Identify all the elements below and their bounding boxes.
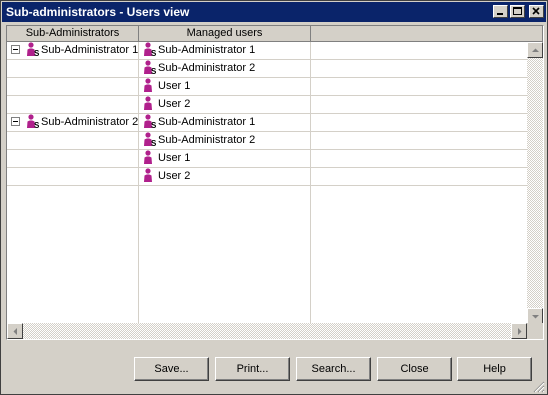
search-button[interactable]: Search... — [296, 357, 371, 381]
help-button[interactable]: Help — [457, 357, 532, 381]
subadmin-icon: S — [143, 131, 158, 147]
close-button[interactable]: Close — [377, 357, 452, 381]
minimize-icon — [497, 13, 503, 15]
managed-user-label: Sub-Administrator 1 — [158, 44, 256, 56]
help-button-label: Help — [483, 363, 506, 375]
svg-text:S: S — [151, 139, 157, 147]
managed-user-label: User 1 — [158, 152, 191, 164]
user-icon — [143, 167, 158, 182]
close-icon — [532, 7, 540, 15]
managed-user-cell[interactable]: S Sub-Administrator 1 — [143, 41, 256, 59]
managed-user-cell[interactable]: User 2 — [143, 167, 191, 185]
collapse-icon[interactable] — [11, 116, 20, 126]
table-row[interactable]: S Sub-Administrator 2 S Sub-Administrator 1 — [7, 113, 527, 132]
subadmin-icon: S — [143, 113, 158, 129]
managed-user-cell[interactable]: User 2 — [143, 95, 191, 113]
save-button[interactable]: Save... — [134, 357, 209, 381]
subadmin-icon: S — [143, 41, 158, 57]
managed-user-cell[interactable]: User 1 — [143, 77, 191, 95]
scroll-down-button[interactable] — [527, 308, 543, 324]
user-icon — [143, 149, 158, 164]
managed-user-label: User 1 — [158, 80, 191, 92]
maximize-button[interactable] — [510, 5, 525, 18]
svg-text:S: S — [34, 49, 40, 57]
sub-administrator-label: Sub-Administrator 2 — [41, 116, 139, 128]
managed-user-cell[interactable]: S Sub-Administrator 2 — [143, 131, 256, 149]
table-row[interactable]: User 2 — [7, 167, 527, 186]
print-button-label: Print... — [236, 363, 269, 375]
scroll-left-button[interactable] — [7, 323, 23, 339]
user-icon — [143, 77, 158, 92]
svg-text:S: S — [151, 67, 157, 75]
sub-administrator-cell[interactable]: S Sub-Administrator 1 — [11, 41, 139, 59]
column-header-managed-users[interactable]: Managed users — [139, 26, 311, 42]
table-row[interactable]: User 1 — [7, 149, 527, 168]
svg-text:S: S — [151, 49, 157, 57]
subadmin-icon: S — [143, 59, 158, 75]
managed-user-cell[interactable]: User 1 — [143, 149, 191, 167]
scroll-right-button[interactable] — [511, 323, 527, 339]
close-button-label: Close — [400, 363, 429, 375]
close-window-button[interactable] — [529, 5, 544, 18]
scrollbar-corner — [527, 323, 543, 339]
table-row[interactable]: User 2 — [7, 95, 527, 114]
managed-user-label: User 2 — [158, 170, 191, 182]
managed-user-label: Sub-Administrator 2 — [158, 62, 256, 74]
users-view-window: Sub-administrators - Users view Sub-Admi… — [0, 0, 548, 395]
collapse-icon[interactable] — [11, 44, 20, 54]
search-button-label: Search... — [311, 363, 356, 375]
horizontal-scrollbar[interactable] — [7, 323, 527, 339]
resize-grip-icon[interactable] — [533, 381, 545, 393]
minimize-button[interactable] — [493, 5, 508, 18]
users-list-view[interactable]: Sub-Administrators Managed users S Sub-Ad… — [6, 25, 544, 340]
window-title: Sub-administrators - Users view — [6, 5, 190, 19]
managed-user-cell[interactable]: S Sub-Administrator 2 — [143, 59, 256, 77]
save-button-label: Save... — [154, 363, 189, 375]
table-row[interactable]: S Sub-Administrator 1 S Sub-Administrator 1 — [7, 41, 527, 60]
arrow-up-icon — [532, 48, 539, 52]
managed-user-cell[interactable]: S Sub-Administrator 1 — [143, 113, 256, 131]
svg-text:S: S — [151, 121, 157, 129]
sub-administrator-cell[interactable]: S Sub-Administrator 2 — [11, 113, 139, 131]
maximize-icon — [513, 7, 522, 15]
user-icon — [143, 95, 158, 110]
managed-user-label: Sub-Administrator 1 — [158, 116, 256, 128]
list-header: Sub-Administrators Managed users — [7, 26, 543, 43]
table-row[interactable]: S Sub-Administrator 2 — [7, 59, 527, 78]
table-row[interactable]: S Sub-Administrator 2 — [7, 131, 527, 150]
subadmin-icon: S — [26, 113, 41, 129]
scroll-up-button[interactable] — [527, 42, 543, 58]
subadmin-icon: S — [26, 41, 41, 57]
arrow-left-icon — [13, 328, 17, 335]
managed-user-label: User 2 — [158, 98, 191, 110]
managed-user-label: Sub-Administrator 2 — [158, 134, 256, 146]
vertical-scrollbar[interactable] — [527, 42, 543, 324]
print-button[interactable]: Print... — [215, 357, 290, 381]
table-row[interactable]: User 1 — [7, 77, 527, 96]
arrow-right-icon — [518, 328, 522, 335]
arrow-down-icon — [532, 315, 539, 319]
title-bar[interactable]: Sub-administrators - Users view — [2, 2, 546, 22]
sub-administrator-label: Sub-Administrator 1 — [41, 44, 139, 56]
column-header-empty[interactable] — [311, 26, 543, 42]
column-header-sub-administrators[interactable]: Sub-Administrators — [7, 26, 139, 42]
svg-text:S: S — [34, 121, 40, 129]
